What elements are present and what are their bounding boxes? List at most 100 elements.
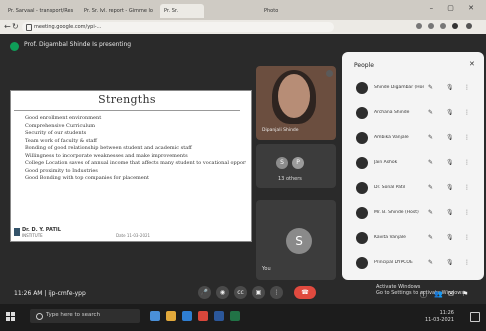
participant-name: Kavita Vanjale — [374, 235, 406, 240]
microphone-icon[interactable]: 🎙 — [446, 184, 454, 191]
avatar: S — [276, 157, 288, 169]
more-icon[interactable]: ⋮ — [464, 134, 470, 141]
chat-icon[interactable]: ✉ — [448, 290, 454, 298]
avatar — [356, 207, 368, 219]
notification-icon[interactable] — [470, 312, 480, 322]
system-clock[interactable]: 11:26 11-03-2021 — [414, 310, 454, 324]
microphone-button[interactable]: 🎤 — [198, 286, 211, 299]
captions-button[interactable]: cc — [234, 286, 247, 299]
more-icon[interactable]: ⋮ — [464, 259, 470, 266]
slide-divider — [14, 110, 240, 111]
pin-icon[interactable]: ✎ — [428, 84, 433, 91]
slide-footer-sub: INSTITUTE — [22, 233, 43, 238]
browser-tab[interactable]: Pr. Sarvaal - transport/Res — [4, 4, 78, 18]
profile-avatar[interactable] — [452, 23, 458, 29]
search-icon — [36, 313, 43, 320]
file-explorer-icon[interactable] — [166, 311, 176, 321]
meeting-time-code: 11:26 AM | ijp-cmfe-ypp — [14, 290, 86, 297]
microphone-icon[interactable]: 🎙 — [446, 259, 454, 266]
pin-icon[interactable]: ✎ — [428, 184, 433, 191]
browser-tab[interactable]: Pr. Sr. lvl. report - Gimme lo — [80, 4, 158, 18]
participant-name: Mr. B. Shinde (Host) — [374, 210, 419, 215]
edge-icon[interactable] — [182, 311, 192, 321]
excel-icon[interactable] — [230, 311, 240, 321]
more-icon[interactable]: ⋮ — [464, 84, 470, 91]
institute-logo — [14, 228, 20, 236]
more-icon[interactable]: ⋮ — [464, 209, 470, 216]
present-button[interactable]: ▣ — [252, 286, 265, 299]
participant-face — [278, 74, 310, 118]
pin-icon[interactable]: ✎ — [428, 134, 433, 141]
extension-icon[interactable] — [428, 23, 434, 29]
more-icon[interactable]: ⋮ — [464, 234, 470, 241]
participant-name: Dr. Sonal Patil — [374, 185, 406, 190]
people-panel-title: People — [354, 62, 374, 69]
microphone-icon[interactable]: 🎙 — [446, 209, 454, 216]
activities-icon[interactable]: ⚑ — [462, 290, 468, 298]
avatar — [356, 232, 368, 244]
avatar — [356, 157, 368, 169]
microphone-icon[interactable]: 🎙 — [446, 234, 454, 241]
menu-icon[interactable] — [466, 23, 472, 29]
browser-tab-active[interactable]: Pr. Sr. — [160, 4, 204, 18]
slide-footer-date: Date 11-03-2021 — [116, 233, 151, 238]
pin-icon[interactable]: ✎ — [428, 209, 433, 216]
more-icon[interactable]: ⋮ — [464, 159, 470, 166]
pin-icon[interactable]: ✎ — [428, 159, 433, 166]
back-icon[interactable]: ← — [4, 22, 11, 31]
people-icon[interactable]: 👥 — [434, 290, 443, 298]
windows-start-icon[interactable] — [6, 312, 15, 321]
slide-bullet: Good enrollment environment — [24, 115, 246, 123]
window-controls[interactable]: – ▢ ✕ — [430, 4, 480, 12]
others-count: 13 others — [278, 176, 302, 182]
avatar — [356, 82, 368, 94]
end-call-button[interactable]: ☎ — [294, 286, 316, 299]
chrome-icon[interactable] — [198, 311, 208, 321]
extension-icon[interactable] — [440, 23, 446, 29]
more-icon[interactable]: ⋮ — [464, 184, 470, 191]
microphone-icon[interactable]: 🎙 — [446, 109, 454, 116]
clock-time: 11:26 — [439, 310, 454, 316]
avatar — [356, 107, 368, 119]
avatar — [356, 182, 368, 194]
pin-icon[interactable]: ✎ — [428, 259, 433, 266]
pin-icon[interactable]: ✎ — [428, 234, 433, 241]
participant-name: Principal DYPCOE — [374, 260, 413, 265]
slide-title: Strengths — [98, 93, 156, 106]
extension-icon[interactable] — [416, 23, 422, 29]
participant-name: Ambika Vanjale — [374, 135, 409, 140]
participant-name: Dipanjali Shinde — [262, 128, 299, 133]
slide-bullet: College Location saves of annual income … — [24, 160, 246, 168]
pin-icon[interactable]: ✎ — [428, 109, 433, 116]
microphone-icon[interactable]: 🎙 — [446, 159, 454, 166]
more-options-button[interactable]: ⋮ — [270, 286, 283, 299]
avatar — [356, 257, 368, 269]
url-field[interactable]: meeting.google.com/ypi-... — [22, 22, 334, 32]
slide-bullet: Good proximity to Industries — [24, 168, 246, 176]
taskbar-search-input[interactable]: Type here to search — [46, 312, 100, 318]
self-label: You — [262, 266, 271, 272]
avatar — [356, 132, 368, 144]
slide-bullet: Comprehensive Curriculum — [24, 123, 246, 131]
browser-tab[interactable]: Photo — [260, 4, 304, 18]
info-icon[interactable]: ⓘ — [420, 290, 427, 300]
microphone-icon[interactable]: 🎙 — [446, 84, 454, 91]
slide-bullet: Good Bonding with top companies for plac… — [24, 175, 246, 183]
slide-bullet: Bonding of good relationship between stu… — [24, 145, 246, 153]
word-icon[interactable] — [214, 311, 224, 321]
more-icon[interactable]: ⋮ — [464, 109, 470, 116]
speaking-indicator-icon — [326, 70, 333, 77]
participant-name: Jain Ashok — [374, 160, 398, 165]
avatar: P — [292, 157, 304, 169]
close-icon[interactable]: ✕ — [469, 60, 475, 68]
self-avatar: S — [286, 228, 312, 254]
camera-button[interactable]: ◉ — [216, 286, 229, 299]
microphone-icon[interactable]: 🎙 — [446, 134, 454, 141]
participant-name: Shinde Digambar (Host) — [374, 85, 424, 90]
slide-bullet: Willingness to incorporate weaknesses an… — [24, 153, 246, 161]
reload-icon[interactable]: ↻ — [12, 22, 19, 31]
presenter-title: Prof. Digambal Shinde Is presenting — [24, 41, 132, 48]
slide-bullet: Security of our students — [24, 130, 246, 138]
task-view-icon[interactable] — [150, 311, 160, 321]
slide-bullet-list: Good enrollment environment Comprehensiv… — [24, 115, 246, 183]
